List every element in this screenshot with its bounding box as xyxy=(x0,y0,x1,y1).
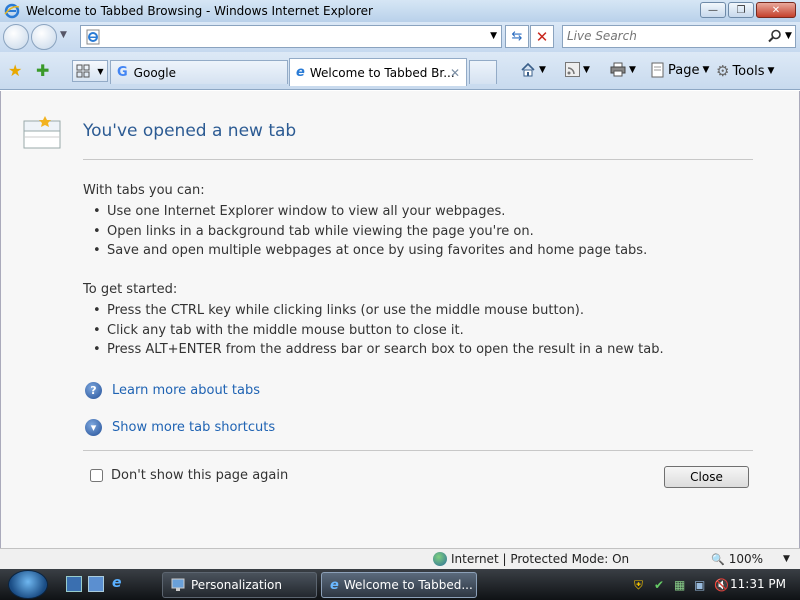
clock[interactable]: 11:31 PM xyxy=(730,577,786,591)
tab-label: Google xyxy=(133,65,176,80)
page-menu[interactable]: Page ▼ xyxy=(651,62,709,78)
page-content: You've opened a new tab With tabs you ca… xyxy=(0,91,800,548)
divider xyxy=(83,159,753,160)
google-icon: G xyxy=(117,65,128,80)
home-icon xyxy=(521,62,535,77)
new-tab-button[interactable] xyxy=(469,60,497,84)
close-window-button[interactable]: ✕ xyxy=(756,2,796,18)
network-status-icon[interactable]: ▦ xyxy=(674,578,688,592)
list-item: Press the CTRL key while clicking links … xyxy=(93,303,584,318)
page-title: You've opened a new tab xyxy=(83,121,297,141)
show-more-shortcuts-link[interactable]: ▾ Show more tab shortcuts xyxy=(85,419,275,436)
page-menu-label: Page xyxy=(668,62,700,78)
tab-bar: ★ ✚ ▼ G Google e Welcome to Tabbed Br...… xyxy=(0,52,800,90)
address-bar[interactable]: ▼ xyxy=(80,25,502,48)
maximize-button[interactable]: ❐ xyxy=(728,2,754,18)
security-shield-icon[interactable]: ⛨ xyxy=(634,578,648,592)
search-input[interactable] xyxy=(567,29,757,43)
update-icon[interactable]: ✔ xyxy=(654,578,668,592)
address-dropdown[interactable]: ▼ xyxy=(490,31,497,41)
security-zone[interactable]: Internet | Protected Mode: On xyxy=(433,552,629,566)
home-button[interactable]: ▼ xyxy=(520,62,546,78)
page-menu-dropdown: ▼ xyxy=(702,65,710,75)
taskbar-button-ie[interactable]: e Welcome to Tabbed... xyxy=(321,572,477,598)
start-button[interactable] xyxy=(8,570,48,599)
zoom-dropdown[interactable]: ▼ xyxy=(783,554,790,564)
switch-windows-icon[interactable] xyxy=(88,576,104,592)
close-button[interactable]: Close xyxy=(664,466,749,488)
tab-google[interactable]: G Google xyxy=(110,60,288,84)
list-item: Click any tab with the middle mouse butt… xyxy=(93,323,464,338)
back-button[interactable] xyxy=(3,24,29,50)
address-input[interactable] xyxy=(105,28,465,45)
status-bar: Internet | Protected Mode: On 🔍 100% ▼ xyxy=(0,548,800,569)
gear-icon: ⚙ xyxy=(716,62,730,80)
title-bar: Welcome to Tabbed Browsing - Windows Int… xyxy=(0,0,800,22)
section-heading: To get started: xyxy=(83,282,178,297)
list-item: Use one Internet Explorer window to view… xyxy=(93,204,505,219)
address-toolbar: ▼ ▼ ⇆ ✕ ▼ xyxy=(0,22,800,52)
minimize-button[interactable]: — xyxy=(700,2,726,18)
show-more-label[interactable]: Show more tab shortcuts xyxy=(112,420,275,435)
list-item: Save and open multiple webpages at once … xyxy=(93,243,647,258)
volume-muted-icon[interactable]: 🔇 xyxy=(714,578,729,592)
tab-label: Welcome to Tabbed Br... xyxy=(309,65,455,80)
close-tab-icon[interactable]: ✕ xyxy=(450,66,460,80)
help-icon: ? xyxy=(85,382,102,399)
zoom-level: 100% xyxy=(728,552,764,566)
forward-button[interactable] xyxy=(31,24,57,50)
show-desktop-icon[interactable] xyxy=(66,576,82,592)
ie-icon xyxy=(4,3,20,19)
zoom-control[interactable]: 🔍 100% ▼ xyxy=(711,552,790,566)
tab-list-dropdown[interactable]: ▼ xyxy=(97,67,103,76)
recent-pages-dropdown[interactable]: ▼ xyxy=(60,30,67,40)
taskbar-button-label: Welcome to Tabbed... xyxy=(343,578,473,592)
tools-menu[interactable]: ⚙ Tools ▼ xyxy=(716,62,774,80)
home-dropdown[interactable]: ▼ xyxy=(539,65,546,75)
divider xyxy=(83,450,753,451)
internet-globe-icon xyxy=(433,552,447,566)
ie-tab-icon: e xyxy=(296,65,305,80)
ie-icon: e xyxy=(330,577,339,593)
feeds-dropdown[interactable]: ▼ xyxy=(583,65,590,75)
new-tab-illustration-icon xyxy=(23,116,61,149)
dont-show-again-checkbox[interactable] xyxy=(90,469,103,482)
refresh-button[interactable]: ⇆ xyxy=(505,25,529,48)
window-title: Welcome to Tabbed Browsing - Windows Int… xyxy=(26,4,373,18)
section-heading: With tabs you can: xyxy=(83,183,205,198)
dont-show-again-label[interactable]: Don't show this page again xyxy=(111,468,288,483)
page-menu-icon xyxy=(651,62,664,78)
zoom-icon: 🔍 xyxy=(711,552,725,566)
stop-button[interactable]: ✕ xyxy=(530,25,554,48)
search-icon[interactable] xyxy=(768,29,782,43)
tab-welcome[interactable]: e Welcome to Tabbed Br... ✕ xyxy=(289,58,467,86)
search-options-dropdown[interactable]: ▼ xyxy=(785,31,792,41)
network-icon[interactable]: ▣ xyxy=(694,578,708,592)
add-to-favorites-icon[interactable]: ✚ xyxy=(36,61,49,80)
print-button[interactable]: ▼ xyxy=(610,62,636,77)
learn-more-label[interactable]: Learn more about tabs xyxy=(112,383,260,398)
print-icon xyxy=(610,62,626,77)
quick-tabs-button[interactable]: ▼ xyxy=(72,60,108,82)
tools-menu-dropdown: ▼ xyxy=(767,66,775,76)
feeds-icon xyxy=(565,62,580,77)
favorites-center-icon[interactable]: ★ xyxy=(8,61,22,80)
learn-more-link[interactable]: ? Learn more about tabs xyxy=(85,382,260,399)
search-box[interactable]: ▼ xyxy=(562,25,796,48)
ie-quicklaunch-icon[interactable]: e xyxy=(112,575,128,591)
taskbar-button-personalization[interactable]: Personalization xyxy=(162,572,317,598)
page-icon xyxy=(86,29,100,45)
zone-label: Internet | Protected Mode: On xyxy=(451,552,630,566)
taskbar-button-label: Personalization xyxy=(191,578,282,592)
feeds-button[interactable]: ▼ xyxy=(565,62,590,77)
tools-menu-label: Tools xyxy=(732,63,765,79)
list-item: Open links in a background tab while vie… xyxy=(93,224,534,239)
dont-show-again-option[interactable]: Don't show this page again xyxy=(90,468,288,483)
quick-tabs-icon xyxy=(76,64,90,78)
list-item: Press ALT+ENTER from the address bar or … xyxy=(93,342,664,357)
taskbar: e Personalization e Welcome to Tabbed...… xyxy=(0,569,800,600)
print-dropdown[interactable]: ▼ xyxy=(629,65,636,75)
expand-icon: ▾ xyxy=(85,419,102,436)
monitor-icon xyxy=(171,578,185,591)
